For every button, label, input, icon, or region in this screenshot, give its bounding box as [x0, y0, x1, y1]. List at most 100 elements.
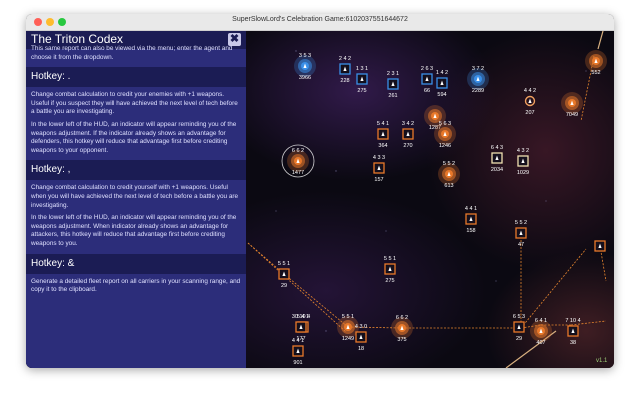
star[interactable]: 3 5 3 3966 — [294, 53, 316, 81]
star-ships-label: 158 — [466, 228, 475, 234]
star-ships-label: 157 — [374, 177, 383, 183]
codex-panel: The Triton Codex ✖ This same report can … — [26, 31, 246, 368]
star[interactable]: 5 5 1 275 — [384, 256, 396, 284]
star[interactable]: 6 4 1 407 — [530, 318, 552, 346]
hotkey-comma-desc-1: Change combat calculation to credit your… — [31, 184, 239, 209]
star-stats-label: 2 4 2 — [339, 56, 351, 62]
star-stats-label: 2 3 1 — [387, 71, 399, 77]
star-stats-label: 5 5 1 — [342, 314, 354, 320]
star-stats-label: 4 4 1 — [292, 338, 304, 344]
ship-icon — [528, 98, 532, 103]
star[interactable]: 2 3 1 261 — [387, 71, 399, 99]
star-ships-label: 1029 — [517, 170, 529, 176]
star-stats-label: 4 3 0 — [355, 324, 367, 330]
hotkey-heading-comma: Hotkey: , — [26, 160, 246, 181]
window-title: SuperSlowLord's Celebration Game:6102037… — [232, 16, 408, 23]
star-ships-label: 38 — [570, 340, 576, 346]
star-stats-label: 6 6 2 — [292, 148, 304, 154]
star[interactable]: 5 5 2 47 — [515, 220, 527, 248]
star-ships-label: 2289 — [472, 88, 484, 94]
codex-intro: This same report can also be viewed via … — [31, 45, 233, 61]
game-window: SuperSlowLord's Celebration Game:6102037… — [26, 14, 614, 368]
star[interactable]: 1 3 1 275 — [356, 66, 368, 94]
star[interactable]: 2 4 2 228 — [339, 56, 351, 84]
star-stats-label: 3 4 2 — [402, 121, 414, 127]
star-ships-label: 29 — [281, 283, 287, 289]
background-dust — [275, 50, 587, 332]
star-stats-label: 1 4 2 — [436, 70, 448, 76]
star-ships-label: 3966 — [299, 75, 311, 81]
star[interactable]: 7049 — [561, 92, 583, 118]
star-ships-label: 29 — [516, 336, 522, 342]
star-stats-label: 4 3 3 — [373, 155, 385, 161]
star-ships-label: 275 — [385, 278, 394, 284]
star-ships-label: 7049 — [566, 112, 578, 118]
star[interactable]: 5 5 1 29 — [278, 261, 290, 289]
star[interactable]: 4 4 1 158 — [465, 206, 477, 234]
star-stats-label: 6 6 2 — [396, 315, 408, 321]
star-ships-label: 47 — [518, 242, 524, 248]
star[interactable] — [594, 240, 606, 252]
star-stats-label: 3 7 2 — [472, 66, 484, 72]
star[interactable]: 5 5 2 613 — [438, 161, 460, 189]
hotkey-comma-desc-2: In the lower left of the HUD, an indicat… — [31, 214, 237, 247]
star-ships-label: 2034 — [491, 167, 503, 173]
fleet-path — [597, 31, 604, 50]
star-layer[interactable]: 3 5 3 3966 2 4 2 228 1 3 1 275 2 3 1 261 2 6 3 66… — [278, 50, 607, 366]
hotkey-period-desc-2: In the lower left of the HUD, an indicat… — [31, 120, 237, 154]
star[interactable]: 4 4 2 207 — [524, 88, 536, 116]
star-stats-label: 5 5 2 — [443, 161, 455, 167]
star-ships-label: 407 — [536, 340, 545, 346]
star-stats-label: 4 3 2 — [517, 148, 529, 154]
star-ships-label: 1249 — [342, 336, 354, 342]
star[interactable]: 4 3 3 157 — [373, 155, 385, 183]
star-stats-label: 5 4 1 — [377, 121, 389, 127]
star[interactable]: 552 — [585, 50, 607, 76]
star-stats-label: 6 4 1 — [535, 318, 547, 324]
star-ships-label: 375 — [397, 337, 406, 343]
hotkey-period-desc-1: Change combat calculation to credit your… — [31, 91, 238, 116]
star[interactable]: 6 4 3 2034 — [491, 145, 503, 173]
star-stats-label: 6 5 3 — [513, 314, 525, 320]
star[interactable]: 5 4 1 364 — [377, 121, 389, 149]
star-ships-label: 1246 — [439, 143, 451, 149]
star-ships-label: 261 — [388, 93, 397, 99]
star-stats-label: 4 4 1 — [465, 206, 477, 212]
star[interactable]: 6 6 2 1477 — [287, 148, 309, 176]
codex-body[interactable]: This same report can also be viewed via … — [26, 45, 246, 299]
star[interactable]: 4 4 1 901 — [292, 338, 304, 366]
star-ships-label: 1477 — [292, 170, 304, 176]
star-stats-label: 7 10 4 — [565, 318, 580, 324]
star-stats-label: 5 5 2 — [515, 220, 527, 226]
star[interactable]: 4 3 2 1029 — [517, 148, 529, 176]
star[interactable]: 2 6 3 66 — [421, 66, 433, 94]
fleet-routes — [247, 55, 607, 333]
star-ships-label: 364 — [378, 143, 387, 149]
hotkey-heading-period: Hotkey: . — [26, 67, 246, 88]
star-ships-label: 66 — [424, 88, 430, 94]
star-stats-label: 5 5 1 — [278, 261, 290, 267]
star-ships-label: 552 — [591, 70, 600, 76]
star[interactable]: 3 7 2 2289 — [467, 66, 489, 94]
hotkey-ampersand-desc-1: Generate a detailed fleet report on all … — [31, 277, 241, 294]
star-stats-label: 1 3 1 — [356, 66, 368, 72]
star-stats-label: 5 5 1 — [384, 256, 396, 262]
star-stats-label: 2 6 3 — [421, 66, 433, 72]
star[interactable]: 4 3 0 18 — [355, 324, 367, 352]
star-ships-label: 207 — [525, 110, 534, 116]
star[interactable]: 1 4 2 594 — [436, 70, 448, 98]
star-ships-label: 275 — [357, 88, 366, 94]
star[interactable]: 7 10 4 38 — [565, 318, 580, 346]
star-stats-label: 30 10 4 — [292, 314, 310, 320]
star[interactable]: 6 6 2 375 — [391, 315, 413, 343]
star-ships-label: 270 — [403, 143, 412, 149]
hotkey-heading-ampersand: Hotkey: & — [26, 253, 246, 274]
star-stats-label: 6 4 3 — [491, 145, 503, 151]
star-ships-label: 18 — [358, 346, 364, 352]
star-ships-label: 613 — [444, 183, 453, 189]
star-stats-label: 3 5 3 — [299, 53, 311, 59]
star[interactable]: 6 5 3 29 — [513, 314, 525, 342]
star[interactable]: 3 4 2 270 — [402, 121, 414, 149]
window-titlebar: SuperSlowLord's Celebration Game:6102037… — [26, 14, 614, 31]
star-ships-label: 901 — [293, 360, 302, 366]
